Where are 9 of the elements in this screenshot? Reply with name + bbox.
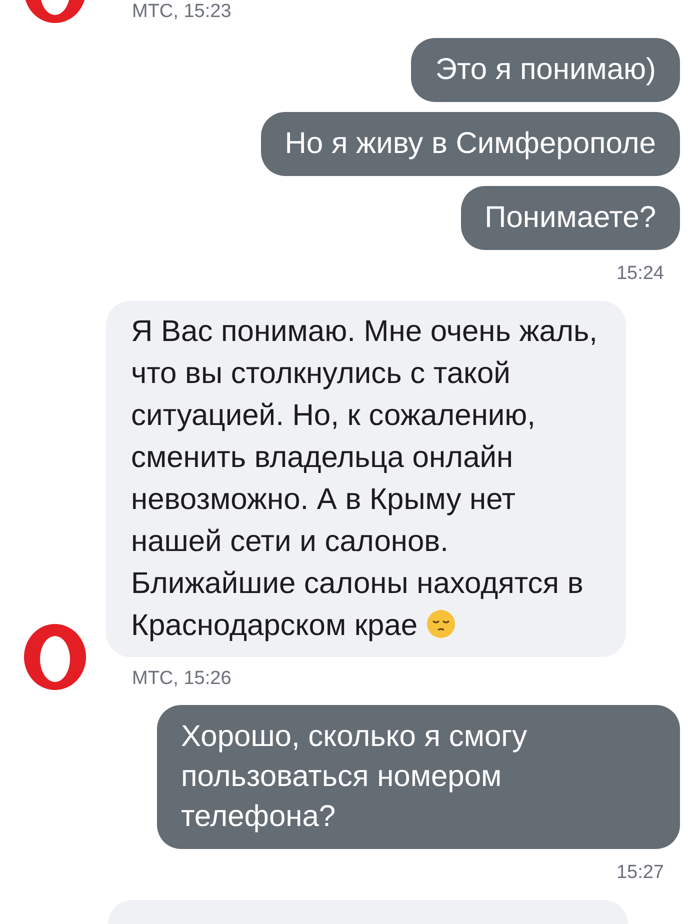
sender-time: МТС, 15:23 xyxy=(132,0,232,24)
message-time: 15:24 xyxy=(616,262,664,286)
message-bubble: Понимаете? xyxy=(460,186,680,250)
sender-time: МТС, 15:26 xyxy=(132,666,232,690)
message-bubble: Это я понимаю) xyxy=(411,38,680,102)
message-time: 15:27 xyxy=(616,861,664,885)
message-bubble: Хорошо, сколько я смогу пользоваться номером телефона? xyxy=(157,705,680,849)
message-bubble: Но я живу в Симферополе xyxy=(260,112,680,176)
message-bubble: Я Вас понимаю. Мне очень жаль, что вы столкнулись с такой ситуацией. Но, к сожалению, сменить владельца онлайн невозможно. А в Крыму нет нашей сети и салонов. Ближайшие салоны находятся в Краснодарском крае xyxy=(106,300,626,656)
